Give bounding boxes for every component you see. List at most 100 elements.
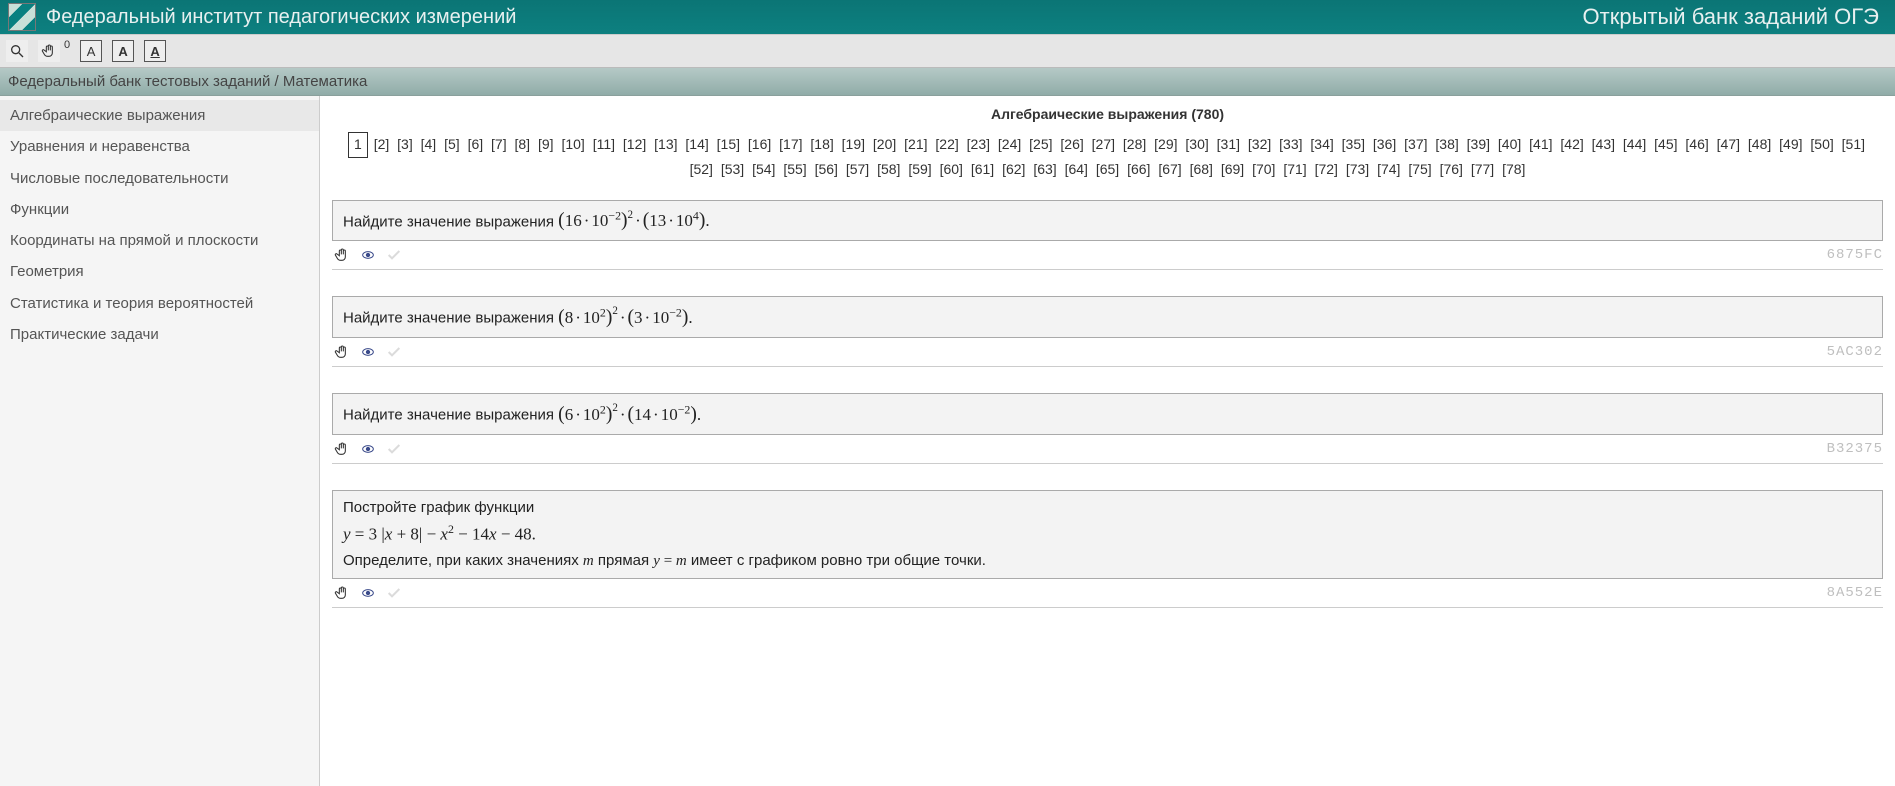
eye-icon[interactable]: [360, 585, 376, 601]
page-link-69[interactable]: [69]: [1219, 158, 1246, 182]
page-link-41[interactable]: [41]: [1527, 133, 1554, 157]
page-link-29[interactable]: [29]: [1152, 133, 1179, 157]
page-link-56[interactable]: [56]: [813, 158, 840, 182]
page-link-59[interactable]: [59]: [906, 158, 933, 182]
page-link-58[interactable]: [58]: [875, 158, 902, 182]
page-link-33[interactable]: [33]: [1277, 133, 1304, 157]
search-button[interactable]: [6, 40, 28, 62]
page-link-47[interactable]: [47]: [1715, 133, 1742, 157]
check-icon[interactable]: [386, 585, 402, 601]
page-link-26[interactable]: [26]: [1058, 133, 1085, 157]
check-icon[interactable]: [386, 344, 402, 360]
page-link-34[interactable]: [34]: [1308, 133, 1335, 157]
page-link-12[interactable]: [12]: [621, 133, 648, 157]
hand-icon[interactable]: [334, 441, 350, 457]
page-link-43[interactable]: [43]: [1590, 133, 1617, 157]
sidebar-item-0[interactable]: Алгебраические выражения: [0, 100, 319, 131]
page-link-68[interactable]: [68]: [1188, 158, 1215, 182]
page-link-62[interactable]: [62]: [1000, 158, 1027, 182]
page-link-46[interactable]: [46]: [1683, 133, 1710, 157]
page-link-66[interactable]: [66]: [1125, 158, 1152, 182]
page-link-24[interactable]: [24]: [996, 133, 1023, 157]
font-size-large-button[interactable]: А: [144, 40, 166, 62]
page-link-45[interactable]: [45]: [1652, 133, 1679, 157]
page-link-19[interactable]: [19]: [840, 133, 867, 157]
page-link-61[interactable]: [61]: [969, 158, 996, 182]
page-link-5[interactable]: [5]: [442, 133, 462, 157]
page-link-13[interactable]: [13]: [652, 133, 679, 157]
page-link-77[interactable]: [77]: [1469, 158, 1496, 182]
page-link-36[interactable]: [36]: [1371, 133, 1398, 157]
page-link-40[interactable]: [40]: [1496, 133, 1523, 157]
eye-icon[interactable]: [360, 344, 376, 360]
page-link-70[interactable]: [70]: [1250, 158, 1277, 182]
page-link-63[interactable]: [63]: [1031, 158, 1058, 182]
page-link-4[interactable]: [4]: [419, 133, 439, 157]
check-icon[interactable]: [386, 247, 402, 263]
page-link-50[interactable]: [50]: [1808, 133, 1835, 157]
page-link-18[interactable]: [18]: [808, 133, 835, 157]
page-link-51[interactable]: [51]: [1840, 133, 1867, 157]
page-link-1[interactable]: 1: [348, 132, 368, 158]
page-link-42[interactable]: [42]: [1558, 133, 1585, 157]
page-link-6[interactable]: [6]: [466, 133, 486, 157]
page-link-22[interactable]: [22]: [933, 133, 960, 157]
page-link-30[interactable]: [30]: [1183, 133, 1210, 157]
page-link-54[interactable]: [54]: [750, 158, 777, 182]
font-size-medium-button[interactable]: А: [112, 40, 134, 62]
page-link-78[interactable]: [78]: [1500, 158, 1527, 182]
eye-icon[interactable]: [360, 247, 376, 263]
sidebar-item-2[interactable]: Числовые последовательности: [0, 163, 319, 194]
page-link-75[interactable]: [75]: [1406, 158, 1433, 182]
hand-icon[interactable]: [334, 247, 350, 263]
sidebar-item-3[interactable]: Функции: [0, 194, 319, 225]
page-link-32[interactable]: [32]: [1246, 133, 1273, 157]
page-link-38[interactable]: [38]: [1433, 133, 1460, 157]
sidebar-item-6[interactable]: Статистика и теория вероятностей: [0, 288, 319, 319]
page-link-31[interactable]: [31]: [1215, 133, 1242, 157]
page-link-2[interactable]: [2]: [372, 133, 392, 157]
sidebar-item-7[interactable]: Практические задачи: [0, 319, 319, 350]
page-link-57[interactable]: [57]: [844, 158, 871, 182]
sidebar-item-4[interactable]: Координаты на прямой и плоскости: [0, 225, 319, 256]
page-link-35[interactable]: [35]: [1340, 133, 1367, 157]
page-link-76[interactable]: [76]: [1438, 158, 1465, 182]
page-link-39[interactable]: [39]: [1465, 133, 1492, 157]
font-size-small-button[interactable]: A: [80, 40, 102, 62]
hand-icon[interactable]: [334, 585, 350, 601]
page-link-55[interactable]: [55]: [781, 158, 808, 182]
sidebar-item-1[interactable]: Уравнения и неравенства: [0, 131, 319, 162]
page-link-16[interactable]: [16]: [746, 133, 773, 157]
page-link-44[interactable]: [44]: [1621, 133, 1648, 157]
check-icon[interactable]: [386, 441, 402, 457]
page-link-65[interactable]: [65]: [1094, 158, 1121, 182]
page-link-74[interactable]: [74]: [1375, 158, 1402, 182]
page-link-60[interactable]: [60]: [938, 158, 965, 182]
page-link-15[interactable]: [15]: [715, 133, 742, 157]
page-link-64[interactable]: [64]: [1063, 158, 1090, 182]
page-link-48[interactable]: [48]: [1746, 133, 1773, 157]
page-link-3[interactable]: [3]: [395, 133, 415, 157]
page-link-52[interactable]: [52]: [688, 158, 715, 182]
eye-icon[interactable]: [360, 441, 376, 457]
sidebar-item-5[interactable]: Геометрия: [0, 256, 319, 287]
page-link-7[interactable]: [7]: [489, 133, 509, 157]
page-link-23[interactable]: [23]: [965, 133, 992, 157]
page-link-14[interactable]: [14]: [683, 133, 710, 157]
page-link-53[interactable]: [53]: [719, 158, 746, 182]
page-link-27[interactable]: [27]: [1090, 133, 1117, 157]
page-link-72[interactable]: [72]: [1313, 158, 1340, 182]
page-link-9[interactable]: [9]: [536, 133, 556, 157]
page-link-67[interactable]: [67]: [1156, 158, 1183, 182]
hand-icon[interactable]: [334, 344, 350, 360]
page-link-25[interactable]: [25]: [1027, 133, 1054, 157]
page-link-73[interactable]: [73]: [1344, 158, 1371, 182]
page-link-11[interactable]: [11]: [591, 133, 617, 157]
page-link-37[interactable]: [37]: [1402, 133, 1429, 157]
page-link-21[interactable]: [21]: [902, 133, 929, 157]
page-link-28[interactable]: [28]: [1121, 133, 1148, 157]
selection-button[interactable]: [38, 40, 60, 62]
page-link-71[interactable]: [71]: [1281, 158, 1308, 182]
page-link-8[interactable]: [8]: [513, 133, 533, 157]
page-link-17[interactable]: [17]: [777, 133, 804, 157]
